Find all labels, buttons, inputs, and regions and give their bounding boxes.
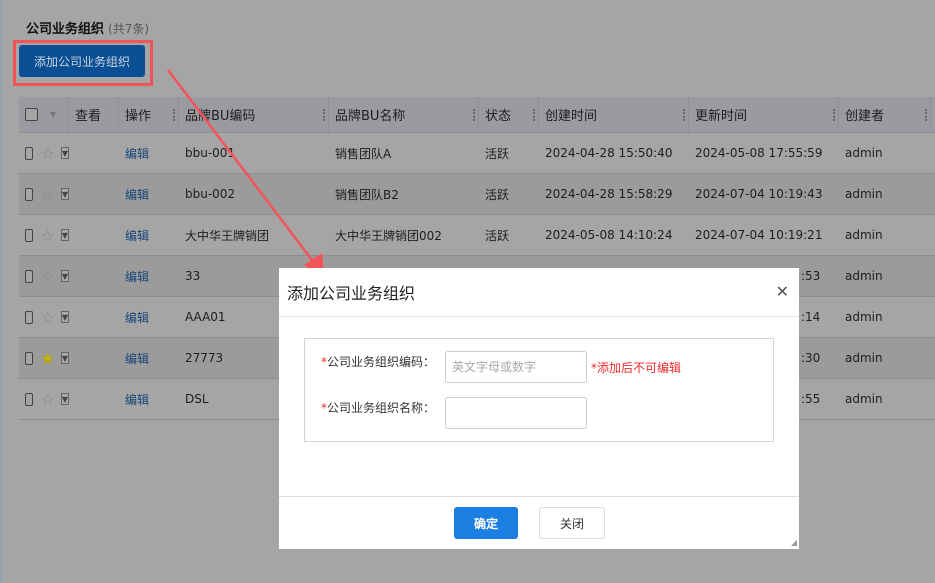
header-created[interactable]: 创建时间 (539, 97, 689, 132)
edit-link[interactable]: 编辑 (119, 379, 149, 419)
cell-code: bbu-002 (185, 187, 236, 201)
add-org-dialog: 添加公司业务组织 ✕ *公司业务组织编码： *添加后不可编辑 *公司业务组织名称… (279, 268, 799, 549)
header-view: 查看 (69, 97, 119, 132)
dialog-footer: 确定 关闭 (279, 496, 799, 549)
star-icon[interactable]: ★ (41, 349, 55, 368)
table-header: ▼ 查看 操作 品牌BU编码 品牌BU名称 状态 创建时间 更新时间 创建者 (19, 97, 935, 133)
cell-creator: admin (845, 228, 883, 242)
cell-updated-partial: :14 (801, 310, 821, 324)
column-resize-handle[interactable] (323, 109, 325, 121)
edit-link[interactable]: 编辑 (119, 338, 149, 378)
cell-status: 活跃 (485, 187, 510, 202)
select-all-checkbox[interactable] (25, 108, 38, 121)
name-input[interactable] (445, 397, 587, 429)
column-resize-handle[interactable] (833, 109, 835, 121)
edit-link[interactable]: 编辑 (119, 133, 149, 173)
expand-dropdown-icon[interactable]: ▼ (60, 270, 69, 282)
code-hint: *添加后不可编辑 (591, 361, 682, 375)
header-creator[interactable]: 创建者 (839, 97, 931, 132)
cell-status: 活跃 (485, 146, 510, 161)
cell-name: 销售团队B2 (335, 187, 399, 202)
header-status[interactable]: 状态 (479, 97, 539, 132)
cell-updated-partial: :55 (801, 392, 821, 406)
cell-code: 33 (185, 269, 201, 283)
expand-dropdown-icon[interactable]: ▼ (60, 393, 69, 405)
row-checkbox[interactable] (25, 310, 33, 324)
cell-code: AAA01 (185, 310, 226, 324)
star-icon[interactable]: ☆ (41, 226, 55, 245)
table-row: ☆ ▼ 编辑 大中华王牌销团 大中华王牌销团002 活跃 2024-05-08 14… (19, 215, 935, 256)
row-checkbox[interactable] (25, 228, 33, 242)
edit-link[interactable]: 编辑 (119, 174, 149, 214)
edit-link[interactable]: 编辑 (119, 215, 149, 255)
cell-created: 2024-04-28 15:58:29 (545, 187, 673, 201)
cell-creator: admin (845, 392, 883, 406)
cell-creator: admin (845, 187, 883, 201)
cell-updated: 2024-07-04 10:19:43 (695, 187, 823, 201)
row-checkbox[interactable] (25, 187, 33, 201)
cell-updated-partial: :30 (801, 351, 821, 365)
close-button[interactable]: 关闭 (539, 507, 605, 539)
column-resize-handle[interactable] (683, 109, 685, 121)
row-checkbox[interactable] (25, 351, 33, 365)
header-updated[interactable]: 更新时间 (689, 97, 839, 132)
star-icon[interactable]: ☆ (41, 144, 55, 163)
expand-dropdown-icon[interactable]: ▼ (60, 229, 69, 241)
row-checkbox[interactable] (25, 146, 33, 160)
cell-name: 销售团队A (335, 146, 392, 161)
name-label: *公司业务组织名称： (321, 401, 436, 415)
confirm-button[interactable]: 确定 (454, 507, 518, 539)
header-action: 操作 (119, 97, 179, 132)
row-checkbox[interactable] (25, 269, 33, 283)
sort-caret-icon[interactable]: ▼ (50, 110, 56, 119)
row-checkbox[interactable] (25, 392, 33, 406)
cell-code: DSL (185, 392, 209, 406)
expand-dropdown-icon[interactable]: ▼ (60, 147, 69, 159)
highlight-annotation (13, 40, 153, 86)
star-icon[interactable]: ☆ (41, 308, 55, 327)
left-edge (0, 0, 3, 583)
dialog-title: 添加公司业务组织 (279, 268, 799, 317)
cell-code: 大中华王牌销团 (185, 228, 270, 243)
code-input[interactable] (445, 351, 587, 383)
cell-created: 2024-05-08 14:10:24 (545, 228, 673, 242)
expand-dropdown-icon[interactable]: ▼ (60, 311, 69, 323)
code-label: *公司业务组织编码： (321, 355, 436, 369)
edit-link[interactable]: 编辑 (119, 256, 149, 296)
star-icon[interactable]: ☆ (41, 185, 55, 204)
cell-created: 2024-04-28 15:50:40 (545, 146, 673, 160)
expand-dropdown-icon[interactable]: ▼ (60, 352, 69, 364)
header-name[interactable]: 品牌BU名称 (329, 97, 479, 132)
header-code[interactable]: 品牌BU编码 (179, 97, 329, 132)
expand-dropdown-icon[interactable]: ▼ (60, 188, 69, 200)
edit-link[interactable]: 编辑 (119, 297, 149, 337)
cell-creator: admin (845, 310, 883, 324)
cell-updated-partial: :53 (801, 269, 821, 283)
column-resize-handle[interactable] (533, 109, 535, 121)
close-icon[interactable]: ✕ (776, 282, 789, 301)
cell-updated: 2024-07-04 10:19:21 (695, 228, 823, 242)
form-box: *公司业务组织编码： *添加后不可编辑 *公司业务组织名称： (304, 338, 774, 442)
cell-status: 活跃 (485, 228, 510, 243)
cell-updated: 2024-05-08 17:55:59 (695, 146, 823, 160)
cell-creator: admin (845, 269, 883, 283)
table-row: ☆ ▼ 编辑 bbu-002 销售团队B2 活跃 2024-04-28 15:58:… (19, 174, 935, 215)
record-count: (共7条) (108, 22, 150, 36)
column-resize-handle[interactable] (173, 109, 175, 121)
cell-creator: admin (845, 351, 883, 365)
star-icon[interactable]: ☆ (41, 390, 55, 409)
cell-name: 大中华王牌销团002 (335, 228, 442, 243)
column-resize-handle[interactable] (473, 109, 475, 121)
cell-code: bbu-001 (185, 146, 236, 160)
cell-code: 27773 (185, 351, 224, 365)
star-icon[interactable]: ☆ (41, 267, 55, 286)
resize-handle-icon[interactable]: ◢ (791, 538, 797, 547)
table-row: ☆ ▼ 编辑 bbu-001 销售团队A 活跃 2024-04-28 15:50:4… (19, 133, 935, 174)
cell-creator: admin (845, 146, 883, 160)
page-title: 公司业务组织 (共7条) (26, 22, 150, 37)
column-resize-handle[interactable] (925, 109, 927, 121)
